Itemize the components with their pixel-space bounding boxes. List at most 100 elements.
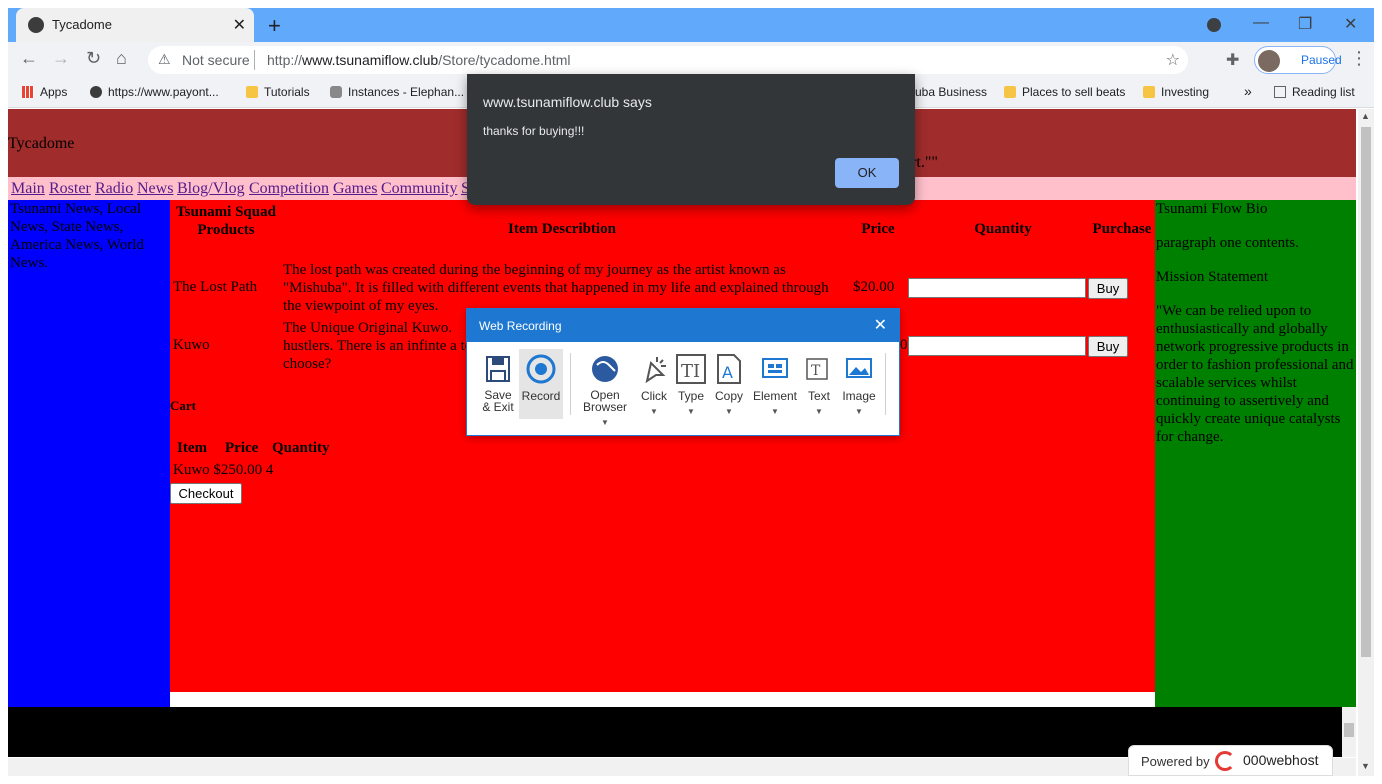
col-header-quantity: Quantity — [974, 221, 1032, 237]
element-button[interactable]: Element ▼ — [751, 349, 799, 419]
browser-tab[interactable]: Tycadome ✕ — [16, 8, 254, 42]
product-name: Kuwo — [173, 337, 210, 353]
site-title: Tycadome — [8, 135, 75, 152]
bookmark-star-icon[interactable]: ☆ — [1166, 50, 1180, 70]
bookmark-apps[interactable]: Apps — [22, 85, 67, 99]
reload-icon[interactable]: ↻ — [86, 48, 101, 69]
image-icon — [846, 358, 872, 378]
tab-title: Tycadome — [52, 17, 112, 32]
browser-toolbar: ← → ↻ ⌂ ⚠ Not secure http://www.tsunamif… — [8, 42, 1374, 78]
extensions-puzzle-icon[interactable]: ✚ — [1226, 50, 1239, 70]
profile-button[interactable]: Paused — [1254, 46, 1342, 74]
page-viewport: Tycadome art."" Main Roster Radio News B… — [8, 109, 1356, 776]
bookmark-sell-beats[interactable]: Places to sell beats — [1004, 85, 1125, 99]
save-icon — [486, 356, 510, 382]
close-window-icon[interactable]: ✕ — [1344, 14, 1357, 34]
powered-by-label: Powered by — [1141, 754, 1210, 769]
reading-list-icon — [1274, 86, 1286, 98]
back-icon[interactable]: ← — [20, 48, 38, 69]
forward-icon[interactable]: → — [52, 48, 70, 69]
security-label[interactable]: Not secure — [182, 52, 250, 68]
buy-button[interactable]: Buy — [1088, 278, 1128, 299]
tab-bar: Tycadome ✕ + — ❐ ✕ — [8, 8, 1374, 42]
buy-button[interactable]: Buy — [1088, 336, 1128, 357]
menu-dots-icon[interactable]: ⋮ — [1350, 48, 1368, 69]
svg-text:A: A — [722, 363, 733, 382]
type-icon: TI — [676, 354, 706, 384]
copy-button[interactable]: A Copy ▼ — [711, 349, 747, 419]
globe-icon — [592, 356, 618, 382]
bookmark-business[interactable]: uba Business — [915, 85, 987, 99]
restore-icon[interactable]: ❐ — [1298, 14, 1312, 34]
folder-icon — [246, 86, 258, 98]
nav-community[interactable]: Community — [381, 180, 457, 198]
scroll-down-icon[interactable]: ▼ — [1361, 761, 1370, 771]
nav-blog[interactable]: Blog/Vlog — [177, 180, 245, 198]
scroll-up-icon[interactable]: ▲ — [1361, 111, 1370, 121]
inner-scrollbar[interactable] — [1342, 707, 1356, 757]
element-icon — [762, 358, 788, 378]
col-header-description: Item Describtion — [508, 221, 616, 237]
checkout-button[interactable]: Checkout — [170, 483, 242, 504]
product-price: 0 — [900, 337, 908, 353]
home-icon[interactable]: ⌂ — [116, 48, 127, 69]
mission-text: "We can be relied upon to enthusiastical… — [1156, 303, 1354, 445]
image-button[interactable]: Image ▼ — [839, 349, 879, 419]
close-recorder-icon[interactable]: ✕ — [874, 315, 887, 335]
globe-icon — [28, 17, 44, 33]
ok-button[interactable]: OK — [835, 158, 899, 188]
recorder-title: Web Recording — [479, 319, 562, 333]
record-button[interactable]: Record — [519, 349, 563, 419]
text-button[interactable]: T Text ▼ — [803, 349, 835, 419]
svg-text:T: T — [811, 363, 821, 379]
cart-title: Cart — [170, 398, 196, 413]
powered-by-badge[interactable]: Powered by 000webhost — [1128, 745, 1333, 776]
apps-grid-icon — [22, 86, 34, 98]
quantity-input[interactable] — [908, 336, 1086, 356]
product-description: The lost path was created during the beg… — [283, 262, 829, 314]
bio-title: Tsunami Flow Bio — [1156, 201, 1268, 217]
alert-origin: www.tsunamiflow.club says — [483, 94, 652, 110]
bookmark-instances[interactable]: Instances - Elephan... — [330, 85, 464, 99]
product-price: $20.00 — [853, 279, 895, 295]
bookmark-investing[interactable]: Investing — [1143, 85, 1209, 99]
page-scrollbar[interactable]: ▲ ▼ — [1358, 109, 1374, 776]
url-text[interactable]: http://www.tsunamiflow.club/Store/tycado… — [267, 52, 570, 68]
col-header-products: Tsunami Squad Products — [176, 204, 276, 238]
address-bar[interactable]: ⚠ Not secure http://www.tsunamiflow.club… — [148, 46, 1188, 74]
nav-news[interactable]: News — [137, 180, 173, 198]
divider — [254, 50, 255, 70]
quantity-input[interactable] — [908, 278, 1086, 298]
reading-list-button[interactable]: Reading list — [1274, 85, 1355, 99]
scroll-thumb[interactable] — [1344, 723, 1354, 737]
bookmark-payont[interactable]: https://www.payont... — [90, 85, 219, 99]
nav-games[interactable]: Games — [333, 180, 377, 198]
avatar — [1258, 50, 1280, 72]
type-button[interactable]: TI Type ▼ — [673, 349, 709, 419]
scroll-thumb[interactable] — [1361, 127, 1371, 657]
globe-icon — [90, 86, 102, 98]
cart-header-item: Item — [177, 440, 207, 456]
click-button[interactable]: Click ▼ — [637, 349, 671, 419]
nav-radio[interactable]: Radio — [95, 180, 133, 198]
record-icon — [526, 354, 556, 384]
col-header-purchase: Purchase — [1092, 221, 1152, 237]
tab-search-icon[interactable] — [1207, 18, 1221, 32]
new-tab-button[interactable]: + — [268, 13, 281, 39]
save-exit-button[interactable]: Save & Exit — [479, 349, 517, 419]
open-browser-button[interactable]: Open Browser▼ — [577, 349, 633, 427]
close-tab-icon[interactable]: ✕ — [233, 15, 246, 35]
mission-title: Mission Statement — [1156, 269, 1269, 285]
minimize-icon[interactable]: — — [1253, 14, 1269, 32]
bookmark-tutorials[interactable]: Tutorials — [246, 85, 310, 99]
nav-roster[interactable]: Roster — [49, 180, 91, 198]
bookmarks-overflow[interactable]: » — [1244, 83, 1252, 99]
recorder-titlebar[interactable]: Web Recording ✕ — [467, 309, 899, 342]
product-description: The Unique Original Kuwo. hustlers. Ther… — [283, 320, 473, 372]
nav-competition[interactable]: Competition — [249, 180, 329, 198]
col-header-price: Price — [861, 221, 895, 237]
profile-status: Paused — [1301, 53, 1342, 67]
news-sidebar: Tsunami News, Local News, State News, Am… — [8, 200, 170, 707]
nav-main[interactable]: Main — [11, 180, 45, 198]
products-area: Tsunami Squad Products Item Describtion … — [170, 200, 1155, 692]
